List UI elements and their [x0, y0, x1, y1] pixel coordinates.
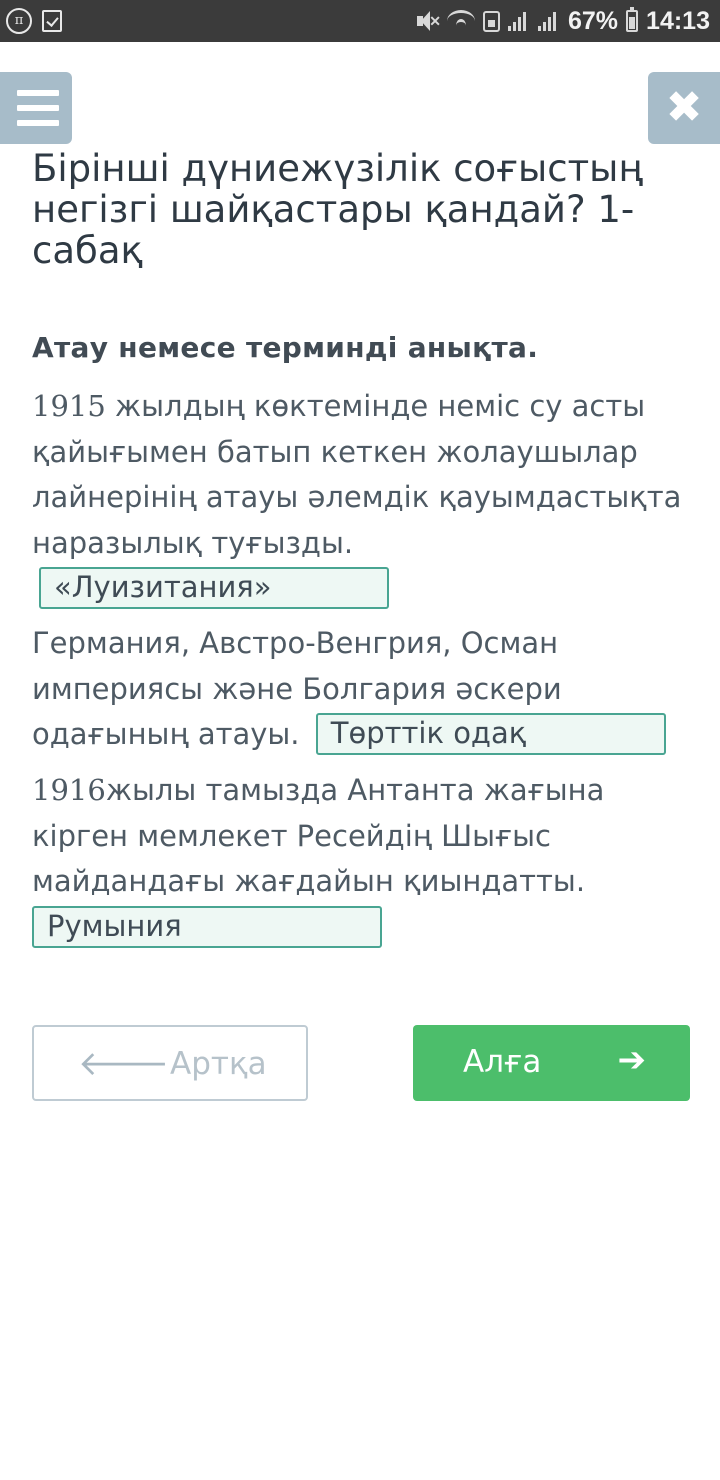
answer-text: «Луизитания»: [54, 570, 272, 604]
status-bar: π ✕ 67% 14:13: [0, 0, 720, 42]
question-text: жылы тамызда Антанта жағына кірген мемле…: [32, 773, 605, 898]
back-label: Артқа: [170, 1046, 267, 1082]
arrow-right-icon: ➔: [617, 1040, 647, 1080]
question-1: 1915 жылдың көктемінде неміс су асты қай…: [32, 384, 682, 612]
signal-icon: [538, 11, 560, 31]
next-label: Алға: [463, 1044, 542, 1080]
mute-icon: ✕: [415, 10, 441, 32]
back-button[interactable]: 🡐 Артқа: [32, 1025, 308, 1101]
answer-field-1[interactable]: «Луизитания»: [39, 567, 389, 609]
answer-field-2[interactable]: Төрттік одақ: [315, 713, 666, 755]
close-icon: ✖: [665, 82, 703, 133]
battery-percent: 67%: [568, 6, 619, 35]
next-button[interactable]: Алға ➔: [413, 1025, 690, 1101]
wifi-icon: [447, 10, 475, 32]
question-text: жылдың көктемінде неміс су асты қайығыме…: [32, 389, 682, 560]
signal-icon: [508, 11, 530, 31]
check-icon: [42, 10, 62, 32]
sim-icon: [483, 10, 500, 32]
question-number: 1915: [32, 389, 106, 423]
pi-icon: π: [6, 8, 32, 34]
question-2: Германия, Австро-Венгрия, Осман империяс…: [32, 621, 682, 758]
question-number: 1916: [32, 773, 106, 807]
page-title: Бірінші дүниежүзілік соғыстың негізгі ша…: [32, 147, 643, 272]
battery-icon: [626, 7, 639, 32]
close-button[interactable]: ✖: [648, 72, 720, 144]
question-3: 1916жылы тамызда Антанта жағына кірген м…: [32, 768, 682, 950]
answer-field-3[interactable]: Румыния: [32, 905, 382, 948]
clock: 14:13: [646, 6, 710, 35]
answer-text: Төрттік одақ: [330, 716, 527, 750]
menu-button[interactable]: [0, 72, 72, 144]
answer-text: Румыния: [47, 908, 182, 943]
task-instruction: Атау немесе терминді анықта.: [32, 331, 539, 364]
arrow-left-icon: 🡐: [78, 1044, 170, 1084]
